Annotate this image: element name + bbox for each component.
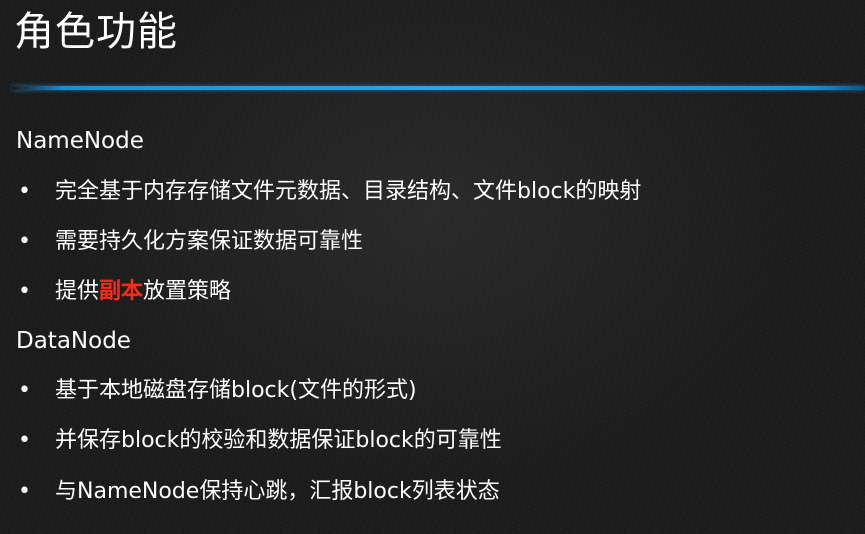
bullet-text: 并保存block的校验和数据保证block的可靠性	[55, 428, 502, 453]
list-item: • 提供副本放置策略	[18, 276, 231, 308]
list-item: • 基于本地磁盘存储block(文件的形式)	[18, 375, 417, 407]
slide-title: 角色功能	[14, 9, 178, 55]
list-item: • 与NameNode保持心跳，汇报block列表状态	[18, 476, 500, 508]
highlight-text: 副本	[99, 279, 144, 304]
section-heading-datanode: DataNode	[16, 328, 131, 354]
bullet-text: 需要持久化方案保证数据可靠性	[55, 229, 364, 254]
bullet-icon: •	[18, 428, 31, 453]
bullet-text: 基于本地磁盘存储block(文件的形式)	[55, 378, 417, 403]
bullet-icon: •	[18, 479, 31, 504]
bullet-text: 提供副本放置策略	[55, 277, 231, 307]
section-heading-namenode: NameNode	[16, 128, 144, 154]
bullet-icon: •	[18, 179, 31, 204]
bullet-text: 与NameNode保持心跳，汇报block列表状态	[55, 479, 500, 504]
bullet-text-before: 提供	[55, 279, 100, 304]
bullet-icon: •	[18, 279, 31, 304]
bullet-text: 完全基于内存存储文件元数据、目录结构、文件block的映射	[55, 179, 642, 204]
slide: 角色功能 NameNode • 完全基于内存存储文件元数据、目录结构、文件blo…	[0, 0, 865, 534]
list-item: • 完全基于内存存储文件元数据、目录结构、文件block的映射	[18, 176, 641, 208]
list-item: • 需要持久化方案保证数据可靠性	[18, 226, 363, 258]
bullet-icon: •	[18, 378, 31, 403]
list-item: • 并保存block的校验和数据保证block的可靠性	[18, 425, 502, 457]
title-divider	[12, 86, 865, 90]
bullet-text-after: 放置策略	[143, 279, 232, 304]
bullet-icon: •	[18, 229, 31, 254]
